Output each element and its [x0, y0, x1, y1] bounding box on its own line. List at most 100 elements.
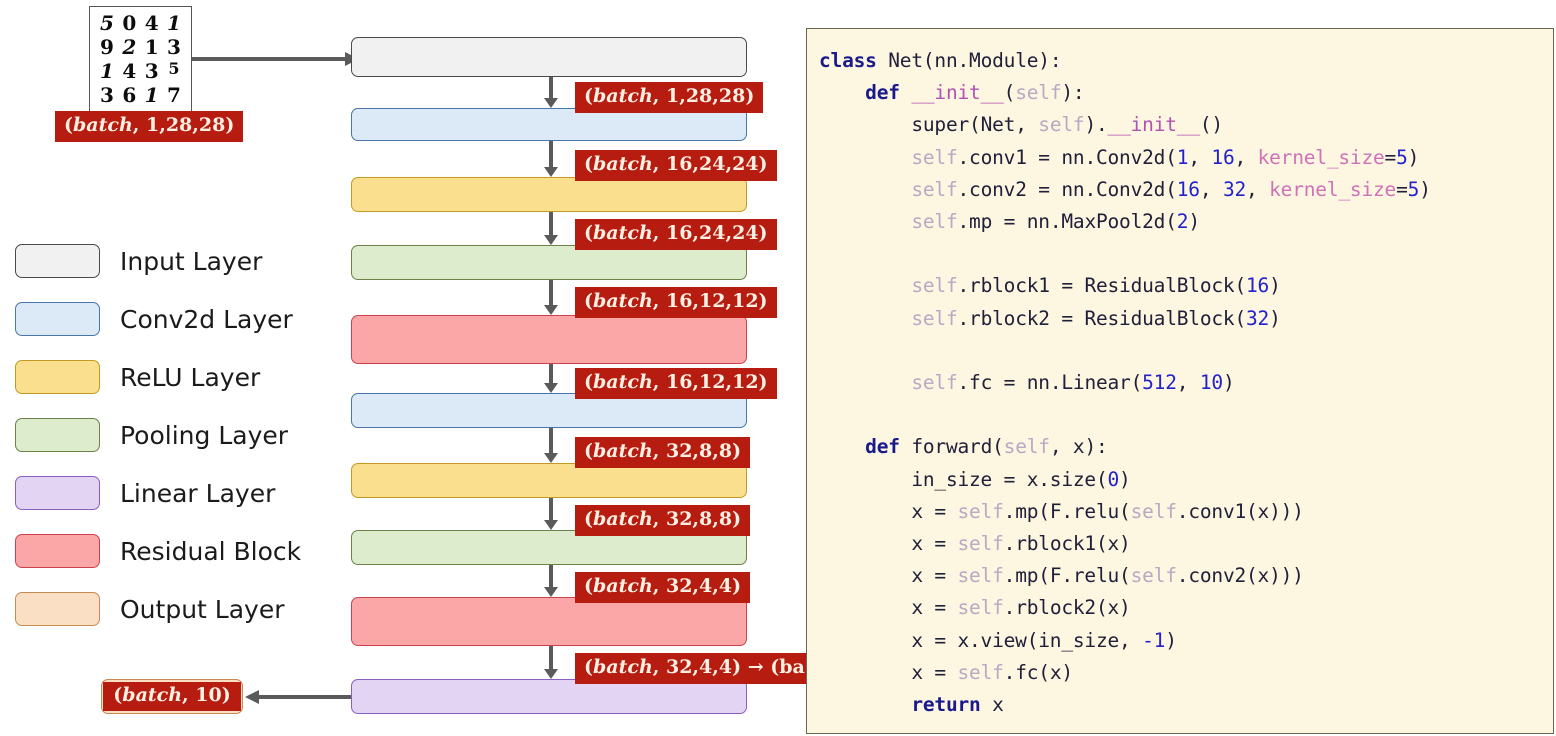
legend-label-linear: Linear Layer — [120, 478, 276, 508]
code-token: .mp(F.relu( — [1003, 499, 1131, 523]
code-token: x — [992, 693, 1004, 717]
code-token: , x): — [1049, 435, 1108, 459]
code-token: ) — [1188, 210, 1200, 234]
flow-arrow-2 — [544, 212, 558, 245]
code-token: .conv2(x))) — [1176, 564, 1304, 588]
flow-arrow-3 — [544, 280, 558, 315]
flow-arrow-0 — [544, 77, 558, 108]
code-line-14: in_size = x.size(0) — [819, 464, 1553, 496]
code-token: 5 — [1407, 177, 1420, 201]
code-token: self — [1038, 113, 1085, 137]
shape-tag-input: (batch, 1,28,28) — [55, 111, 244, 142]
code-token: self — [911, 371, 958, 395]
legend-item-input: Input Layer — [15, 232, 301, 290]
mnist-digit: 3 — [167, 35, 181, 59]
code-token: , — [1246, 177, 1270, 201]
code-token: self — [1003, 435, 1050, 459]
code-token: ): — [1061, 81, 1085, 105]
code-token: in_size = x.size( — [819, 467, 1108, 491]
code-token: self — [911, 274, 958, 298]
code-line-19: x = x.view(in_size, -1) — [819, 625, 1553, 657]
mnist-digit: 6 — [122, 83, 137, 107]
flow-node-relu-6 — [351, 463, 747, 498]
code-token: Net — [888, 49, 923, 72]
mnist-digit: 2 — [122, 35, 137, 59]
code-token: def — [865, 435, 912, 459]
code-token: self — [911, 177, 958, 201]
output-arrow — [245, 690, 353, 704]
legend-swatch-relu — [15, 360, 100, 394]
code-token: 1 — [1176, 145, 1189, 169]
shape-tag-5: (batch, 32,8,8) — [575, 437, 751, 468]
shape-tag-6: (batch, 32,8,8) — [575, 505, 751, 536]
code-token: x = — [819, 532, 958, 556]
legend-swatch-pool — [15, 418, 100, 452]
code-token: ) — [1222, 371, 1235, 395]
code-token: Module — [969, 49, 1039, 72]
code-token: self — [957, 660, 1004, 684]
code-line-3: super(Net, self).__init__() — [819, 109, 1553, 141]
code-token: self — [1015, 81, 1062, 105]
code-token: ): — [1038, 49, 1062, 72]
flow-arrow-7 — [544, 565, 558, 597]
code-token: ) — [1165, 628, 1177, 652]
code-token: 10 — [1199, 371, 1223, 395]
code-token: return — [911, 693, 993, 717]
mnist-digit-row: 9213 — [94, 37, 187, 57]
code-token: 0 — [1107, 467, 1120, 491]
code-token: x = — [819, 660, 958, 684]
legend-item-relu: ReLU Layer — [15, 348, 301, 406]
legend-swatch-input — [15, 244, 100, 278]
code-token: super — [819, 113, 970, 137]
legend-swatch-output — [15, 592, 100, 626]
code-token: .fc = nn.Linear( — [957, 371, 1143, 395]
code-token: x = — [819, 499, 958, 523]
input-arrow — [185, 52, 359, 66]
shape-tag-4: (batch, 16,12,12) — [575, 368, 777, 399]
code-token: self — [1130, 564, 1177, 588]
code-token: self — [957, 499, 1004, 523]
mnist-digit: 7 — [167, 83, 181, 107]
mnist-digit: 1 — [144, 35, 159, 59]
code-token: .conv1 = nn.Conv2d( — [957, 145, 1177, 169]
code-line-17: x = self.mp(F.relu(self.conv2(x))) — [819, 560, 1553, 592]
flow-node-res-4 — [351, 315, 747, 364]
code-token: ) — [1269, 274, 1281, 298]
flow-node-relu-2 — [351, 177, 747, 212]
code-line-2: def __init__(self): — [819, 77, 1553, 109]
code-token: __init__ — [1107, 113, 1201, 137]
code-token: ) — [1269, 306, 1281, 330]
code-token: (nn. — [922, 49, 970, 72]
legend-item-linear: Linear Layer — [15, 464, 301, 522]
code-token: .rblock2(x) — [1003, 596, 1131, 620]
mnist-digit: 4 — [122, 59, 137, 83]
code-token: .fc(x) — [1003, 660, 1073, 684]
code-line-16: x = self.rblock1(x) — [819, 528, 1553, 560]
code-line-21: return x — [819, 689, 1553, 721]
code-line-8: self.rblock1 = ResidualBlock(16) — [819, 270, 1553, 302]
code-token: 16 — [1176, 177, 1200, 201]
code-token: .rblock1(x) — [1003, 532, 1131, 556]
flow-node-pool-3 — [351, 245, 747, 280]
code-token: x = x.view(in_size, — [819, 628, 1143, 652]
legend-item-pool: Pooling Layer — [15, 406, 301, 464]
shape-tag-2: (batch, 16,24,24) — [575, 219, 777, 250]
code-token: ). — [1084, 113, 1108, 137]
flow-node-input-0 — [351, 37, 747, 77]
legend-item-res: Residual Block — [15, 522, 301, 580]
legend-label-relu: ReLU Layer — [120, 362, 261, 392]
code-token: ( — [1003, 81, 1016, 105]
code-line-4: self.conv1 = nn.Conv2d(1, 16, kernel_siz… — [819, 142, 1553, 174]
legend-swatch-res — [15, 534, 100, 568]
mnist-digit: 4 — [144, 11, 159, 35]
code-token: = — [1396, 177, 1408, 201]
code-token: def — [865, 81, 912, 105]
code-token: forward( — [911, 435, 1004, 459]
